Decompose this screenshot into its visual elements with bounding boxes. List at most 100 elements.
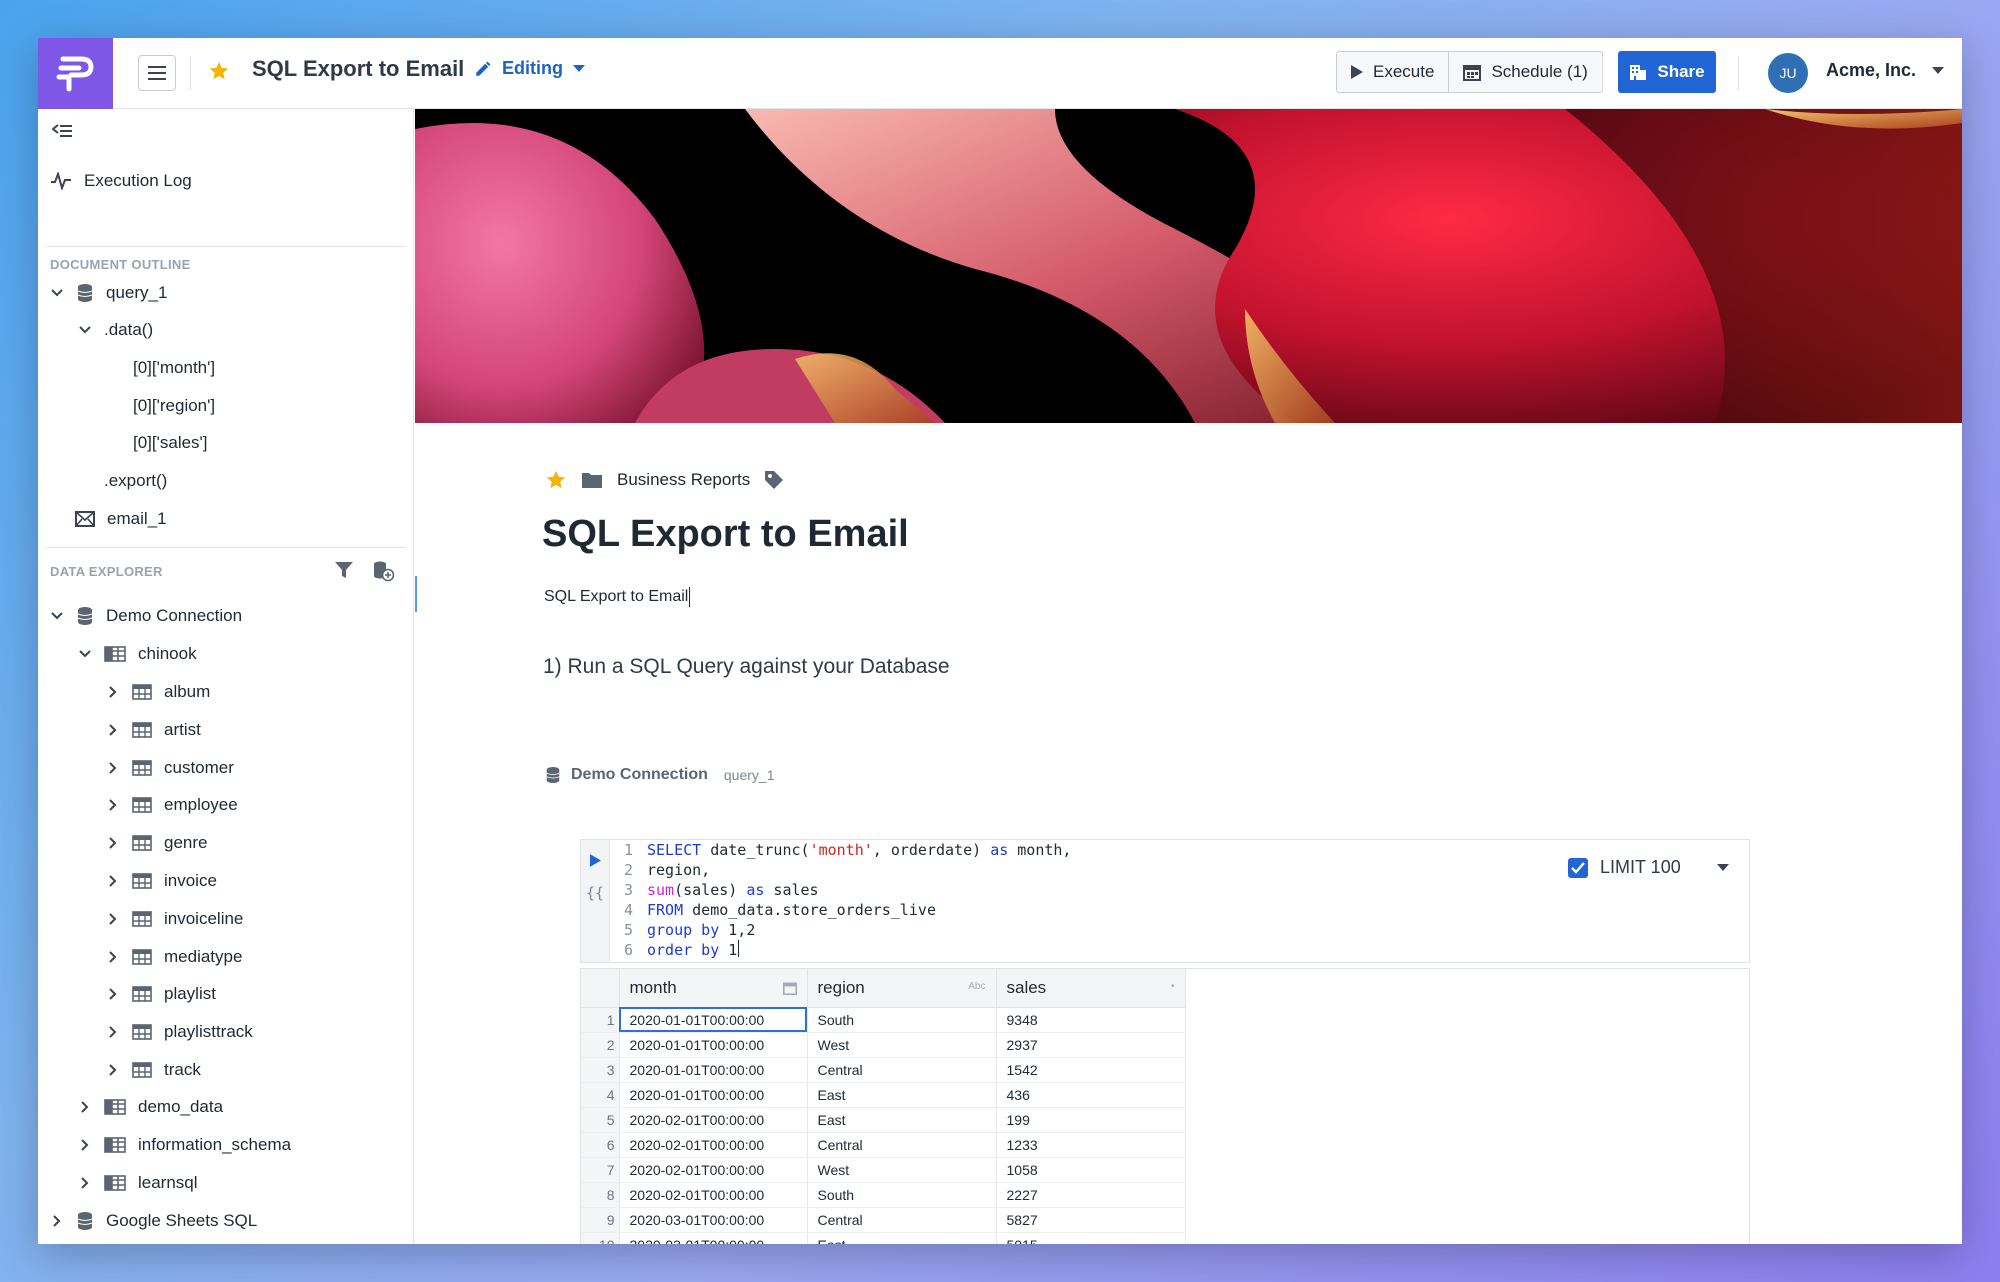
menu-button[interactable] <box>138 55 176 91</box>
favorite-star-icon[interactable] <box>208 60 230 87</box>
chevron-down-icon[interactable] <box>50 286 64 300</box>
chevron-right-icon[interactable] <box>106 1063 120 1077</box>
chevron-right-icon[interactable] <box>106 723 120 737</box>
document-description[interactable]: SQL Export to Email <box>544 587 691 607</box>
chevron-right-icon[interactable] <box>106 761 120 775</box>
step-heading[interactable]: 1) Run a SQL Query against your Database <box>543 655 950 679</box>
chevron-right-icon[interactable] <box>78 1100 92 1114</box>
table-row[interactable]: 3 2020-01-01T00:00:00 Central 1542 <box>581 1057 1186 1083</box>
table-cell[interactable]: 2020-02-01T00:00:00 <box>619 1182 808 1208</box>
table-cell[interactable]: 436 <box>996 1082 1186 1108</box>
table-cell[interactable]: South <box>807 1007 997 1033</box>
table-cell[interactable]: 1058 <box>996 1157 1186 1183</box>
tree-connection-google-sheets[interactable]: Google Sheets SQL <box>50 1211 257 1231</box>
tree-table-artist[interactable]: artist <box>106 720 201 740</box>
chevron-right-icon[interactable] <box>78 1176 92 1190</box>
chevron-right-icon[interactable] <box>106 874 120 888</box>
tree-schema-information-schema[interactable]: information_schema <box>78 1135 291 1155</box>
share-button[interactable]: Share <box>1618 51 1716 93</box>
column-header-month[interactable]: month <box>619 969 808 1008</box>
table-cell[interactable]: West <box>807 1157 997 1183</box>
chevron-right-icon[interactable] <box>106 685 120 699</box>
results-table[interactable]: month region Abc sales • 1 2020-01-01T00… <box>580 968 1750 1244</box>
table-cell[interactable]: Central <box>807 1057 997 1083</box>
folder-link[interactable]: Business Reports <box>617 470 750 490</box>
table-cell[interactable]: 5015 <box>996 1232 1186 1244</box>
tree-table-genre[interactable]: genre <box>106 833 207 853</box>
table-cell[interactable]: 9348 <box>996 1007 1186 1033</box>
execution-log-link[interactable]: Execution Log <box>50 171 192 191</box>
table-cell[interactable]: 2020-01-01T00:00:00 <box>619 1032 808 1058</box>
table-cell[interactable]: 1233 <box>996 1132 1186 1158</box>
chevron-down-icon[interactable] <box>78 323 92 337</box>
table-cell[interactable]: 199 <box>996 1107 1186 1133</box>
tree-schema-demo-data[interactable]: demo_data <box>78 1097 223 1117</box>
page-title[interactable]: SQL Export to Email <box>542 513 909 556</box>
tree-table-employee[interactable]: employee <box>106 795 238 815</box>
table-row[interactable]: 4 2020-01-01T00:00:00 East 436 <box>581 1082 1186 1108</box>
run-cell-icon[interactable] <box>590 854 601 867</box>
tree-schema-learnsql[interactable]: learnsql <box>78 1173 198 1193</box>
outline-item-data[interactable]: .data() <box>78 320 153 340</box>
tag-icon[interactable] <box>764 470 784 490</box>
table-cell[interactable]: 2937 <box>996 1032 1186 1058</box>
table-row[interactable]: 6 2020-02-01T00:00:00 Central 1233 <box>581 1132 1186 1158</box>
document-title[interactable]: SQL Export to Email <box>252 56 464 82</box>
mode-dropdown[interactable]: Editing <box>474 58 585 79</box>
tree-table-invoiceline[interactable]: invoiceline <box>106 909 243 929</box>
chevron-right-icon[interactable] <box>106 950 120 964</box>
table-cell[interactable]: 2227 <box>996 1182 1186 1208</box>
table-cell[interactable]: East <box>807 1232 997 1244</box>
favorite-star-icon[interactable] <box>545 469 567 491</box>
chevron-right-icon[interactable] <box>106 798 120 812</box>
chevron-down-icon[interactable] <box>78 647 92 661</box>
table-row[interactable]: 8 2020-02-01T00:00:00 South 2227 <box>581 1182 1186 1208</box>
query-connection-selector[interactable]: Demo Connection <box>571 766 708 784</box>
tree-table-customer[interactable]: customer <box>106 758 234 778</box>
caret-down-icon[interactable] <box>1716 863 1729 872</box>
add-connection-icon[interactable] <box>372 560 394 582</box>
table-cell[interactable]: East <box>807 1082 997 1108</box>
column-header-sales[interactable]: sales • <box>996 969 1186 1008</box>
chevron-right-icon[interactable] <box>106 912 120 926</box>
outline-field-month[interactable]: [0]['month'] <box>133 358 215 378</box>
column-header-region[interactable]: region Abc <box>807 969 997 1008</box>
table-row[interactable]: 7 2020-02-01T00:00:00 West 1058 <box>581 1157 1186 1183</box>
tree-table-invoice[interactable]: invoice <box>106 871 217 891</box>
app-logo[interactable] <box>38 38 113 109</box>
schedule-button[interactable]: Schedule (1) <box>1448 52 1601 92</box>
code-content[interactable]: 1 SELECT date_trunc('month', orderdate) a… <box>611 840 1072 960</box>
table-cell[interactable]: West <box>807 1032 997 1058</box>
outline-field-region[interactable]: [0]['region'] <box>133 396 215 416</box>
table-cell[interactable]: East <box>807 1107 997 1133</box>
tree-connection-demo[interactable]: Demo Connection <box>50 606 242 626</box>
user-avatar[interactable]: JU <box>1768 53 1808 93</box>
chevron-down-icon[interactable] <box>50 609 64 623</box>
chevron-right-icon[interactable] <box>78 1138 92 1152</box>
table-cell[interactable]: 2020-02-01T00:00:00 <box>619 1157 808 1183</box>
tree-table-track[interactable]: track <box>106 1060 201 1080</box>
limit-toggle[interactable]: LIMIT 100 <box>1568 857 1729 878</box>
table-row[interactable]: 9 2020-03-01T00:00:00 Central 5827 <box>581 1207 1186 1233</box>
outline-item-query[interactable]: query_1 <box>50 283 167 303</box>
org-switcher[interactable]: Acme, Inc. <box>1826 60 1945 81</box>
tree-table-mediatype[interactable]: mediatype <box>106 947 242 967</box>
chevron-right-icon[interactable] <box>50 1214 64 1228</box>
table-cell[interactable]: 2020-01-01T00:00:00 <box>619 1007 808 1033</box>
outline-field-sales[interactable]: [0]['sales'] <box>133 433 208 453</box>
collapse-sidebar-button[interactable] <box>52 123 72 139</box>
template-variables-icon[interactable]: {{ <box>586 884 604 902</box>
outline-item-email[interactable]: email_1 <box>75 509 167 529</box>
table-cell[interactable]: 2020-03-01T00:00:00 <box>619 1232 808 1244</box>
table-cell[interactable]: 2020-02-01T00:00:00 <box>619 1132 808 1158</box>
table-cell[interactable]: 2020-01-01T00:00:00 <box>619 1057 808 1083</box>
tree-table-playlist[interactable]: playlist <box>106 984 216 1004</box>
query-name[interactable]: query_1 <box>724 767 775 783</box>
table-cell[interactable]: 5827 <box>996 1207 1186 1233</box>
table-row[interactable]: 102020-03-01T00:00:00East5015 <box>581 1232 1186 1244</box>
chevron-right-icon[interactable] <box>106 987 120 1001</box>
table-cell[interactable]: Central <box>807 1132 997 1158</box>
tree-table-album[interactable]: album <box>106 682 210 702</box>
limit-checkbox[interactable] <box>1568 857 1588 878</box>
table-cell[interactable]: 2020-02-01T00:00:00 <box>619 1107 808 1133</box>
